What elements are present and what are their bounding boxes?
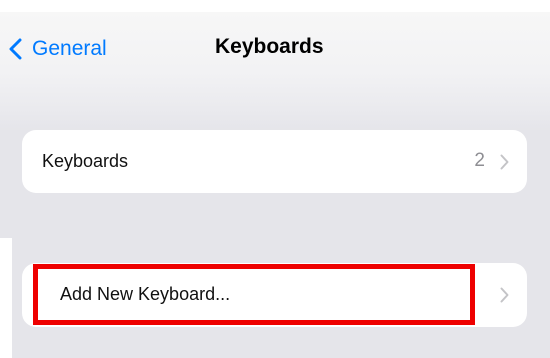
chevron-right-icon: [500, 154, 509, 170]
add-new-keyboard-label: Add New Keyboard...: [60, 284, 231, 304]
chevron-left-icon: [9, 38, 22, 60]
page-title: Keyboards: [215, 35, 324, 58]
add-new-keyboard-row[interactable]: Add New Keyboard...: [22, 263, 527, 327]
chevron-right-icon: [500, 287, 509, 303]
edge-strip: [0, 238, 12, 358]
keyboards-row-label: Keyboards: [42, 151, 129, 171]
back-button-label: General: [32, 37, 107, 60]
keyboards-count: 2: [474, 150, 485, 171]
keyboards-row[interactable]: Keyboards 2: [22, 130, 527, 193]
back-button[interactable]: General: [8, 34, 107, 64]
